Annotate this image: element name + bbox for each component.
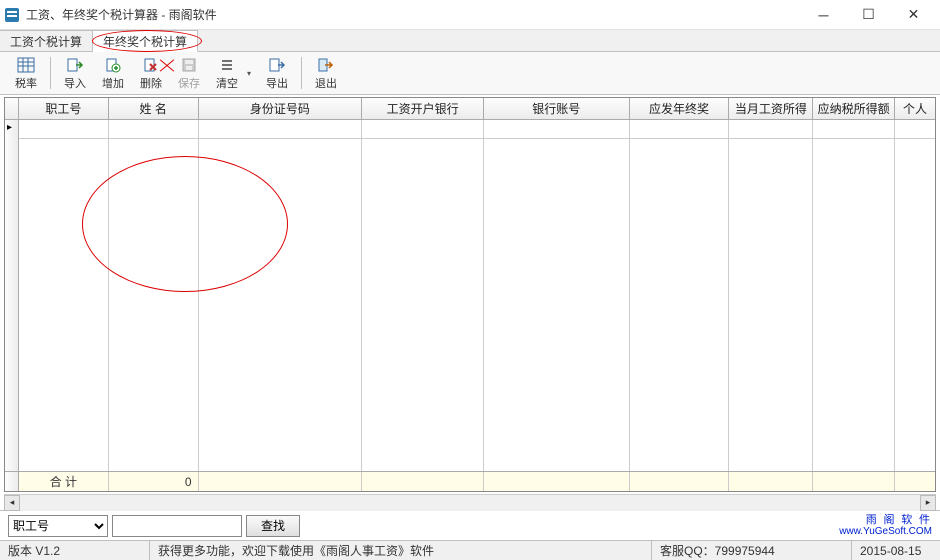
brand-block: 雨 阁 软 件 www.YuGeSoft.COM <box>839 514 932 538</box>
save-button[interactable]: 保存 <box>171 53 207 93</box>
import-button[interactable]: 导入 <box>57 53 93 93</box>
col-header-taxable[interactable]: 应纳税所得额 <box>813 98 895 119</box>
titlebar: 工资、年终奖个税计算器 - 雨阁软件 ─ ☐ ✕ <box>0 0 940 30</box>
save-icon <box>180 56 198 74</box>
footer-count: 0 <box>109 472 199 491</box>
grid-footer: 合 计 0 <box>5 471 935 491</box>
exit-icon <box>317 56 335 74</box>
col-header-id-number[interactable]: 身份证号码 <box>199 98 363 119</box>
grid-body[interactable]: ▸ <box>5 120 935 471</box>
export-icon <box>268 56 286 74</box>
search-input[interactable] <box>112 515 242 537</box>
window-title: 工资、年终奖个税计算器 - 雨阁软件 <box>26 6 801 23</box>
export-button[interactable]: 导出 <box>259 53 295 93</box>
import-icon <box>66 56 84 74</box>
search-bar: 职工号 查找 雨 阁 软 件 www.YuGeSoft.COM <box>0 510 940 540</box>
col-header-name[interactable]: 姓 名 <box>109 98 199 119</box>
scroll-right-button[interactable]: ▸ <box>920 495 936 511</box>
add-button[interactable]: 增加 <box>95 53 131 93</box>
grid-header: 职工号 姓 名 身份证号码 工资开户银行 银行账号 应发年终奖 当月工资所得 应… <box>5 98 935 120</box>
exit-button[interactable]: 退出 <box>308 53 344 93</box>
toolbar: 税率 导入 增加 删除 保存 清空 ▾ 导出 退出 <box>0 52 940 95</box>
clear-icon <box>218 56 236 74</box>
search-field-select[interactable]: 职工号 <box>8 515 108 537</box>
tab-bonus-tax[interactable]: 年终奖个税计算 <box>93 30 198 52</box>
rate-button[interactable]: 税率 <box>8 53 44 93</box>
clear-button[interactable]: 清空 <box>209 53 245 93</box>
data-grid[interactable]: 职工号 姓 名 身份证号码 工资开户银行 银行账号 应发年终奖 当月工资所得 应… <box>4 97 936 492</box>
tab-bar: 工资个税计算 年终奖个税计算 <box>0 30 940 52</box>
row-indicator-header <box>5 98 19 119</box>
col-header-month-salary[interactable]: 当月工资所得 <box>729 98 813 119</box>
col-header-account[interactable]: 银行账号 <box>484 98 630 119</box>
horizontal-scrollbar[interactable]: ◂ ▸ <box>4 494 936 510</box>
delete-button[interactable]: 删除 <box>133 53 169 93</box>
row-pointer-icon: ▸ <box>7 122 12 133</box>
status-bar: 版本 V1.2 获得更多功能，欢迎下载使用《雨阁人事工资》软件 客服QQ：799… <box>0 540 940 560</box>
close-button[interactable]: ✕ <box>891 1 936 29</box>
add-icon <box>104 56 122 74</box>
status-promo: 获得更多功能，欢迎下载使用《雨阁人事工资》软件 <box>150 541 652 560</box>
minimize-button[interactable]: ─ <box>801 1 846 29</box>
footer-total-label: 合 计 <box>19 472 109 491</box>
tab-salary-tax[interactable]: 工资个税计算 <box>0 30 93 51</box>
clear-dropdown[interactable]: ▾ <box>245 69 253 78</box>
status-date: 2015-08-15 <box>852 541 940 560</box>
col-header-bonus[interactable]: 应发年终奖 <box>630 98 730 119</box>
status-version: 版本 V1.2 <box>0 541 150 560</box>
maximize-button[interactable]: ☐ <box>846 1 891 29</box>
grid-icon <box>17 56 35 74</box>
col-header-personal[interactable]: 个人 <box>895 98 935 119</box>
search-button[interactable]: 查找 <box>246 515 300 537</box>
app-icon <box>4 7 20 23</box>
brand-name[interactable]: 雨 阁 软 件 <box>866 514 932 526</box>
col-header-employee-id[interactable]: 职工号 <box>19 98 109 119</box>
status-qq: 客服QQ：799975944 <box>652 541 852 560</box>
delete-icon <box>142 56 160 74</box>
col-header-bank[interactable]: 工资开户银行 <box>362 98 484 119</box>
scroll-left-button[interactable]: ◂ <box>4 495 20 511</box>
brand-url[interactable]: www.YuGeSoft.COM <box>839 526 932 538</box>
